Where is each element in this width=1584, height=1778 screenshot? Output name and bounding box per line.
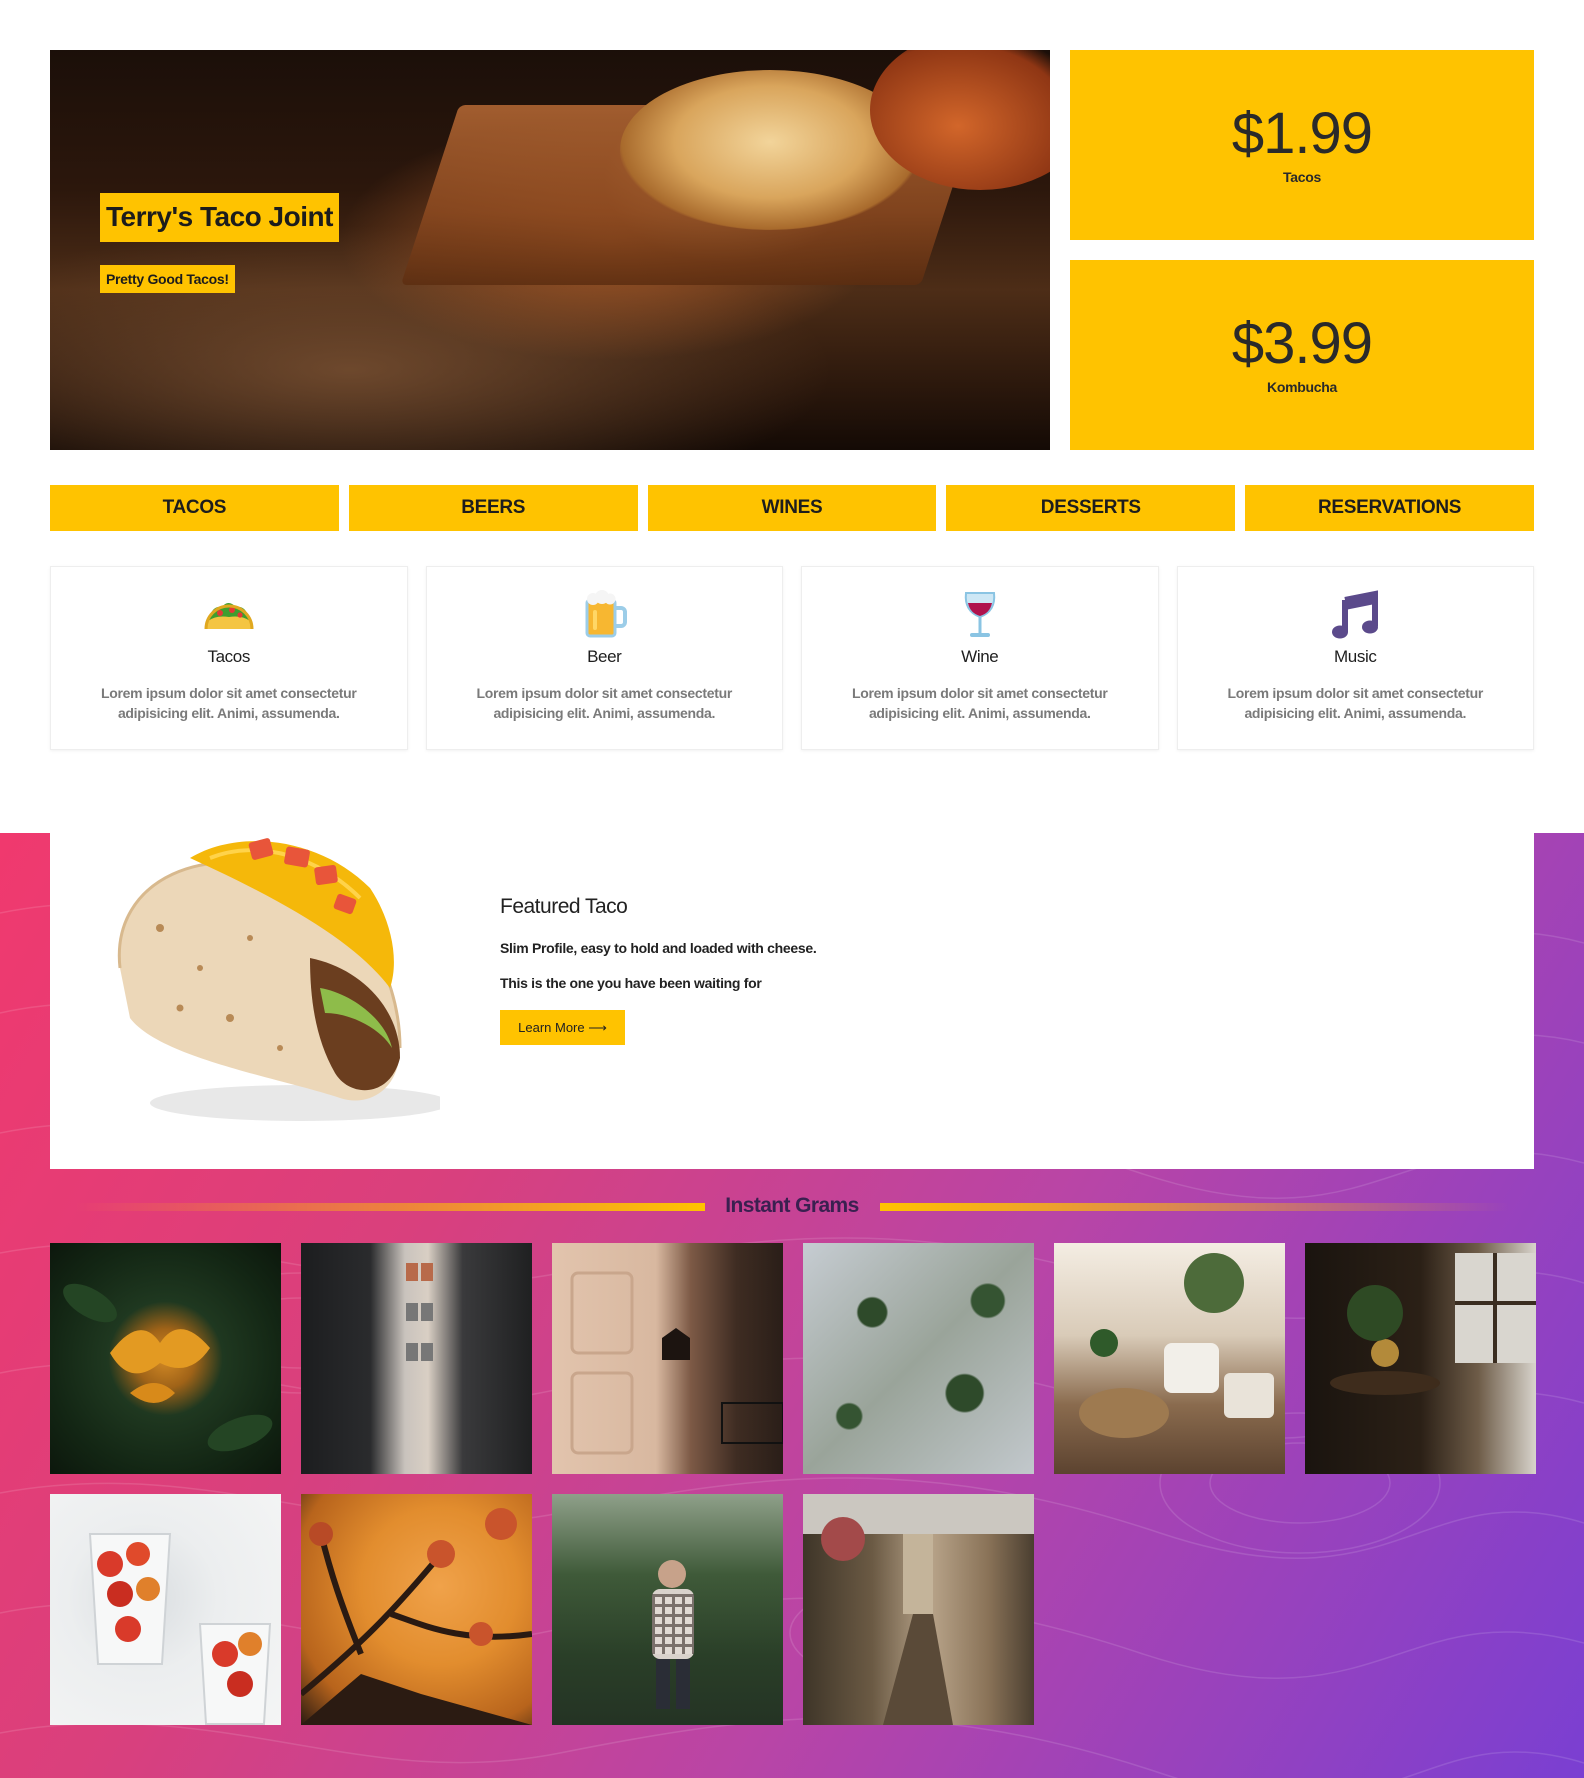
feature-cards: Tacos Lorem ipsum dolor sit amet consect… bbox=[50, 566, 1534, 750]
feature-title: Wine bbox=[961, 647, 999, 666]
gallery-image-building-lamp[interactable] bbox=[552, 1243, 783, 1474]
featured-description-line-2: This is the one you have been waiting fo… bbox=[500, 975, 762, 991]
featured-description-line-1: Slim Profile, easy to hold and loaded wi… bbox=[500, 940, 817, 956]
gallery-image-tomato-glasses[interactable] bbox=[50, 1494, 281, 1725]
price-label: Kombucha bbox=[1267, 379, 1337, 395]
hero-subtitle: Pretty Good Tacos! bbox=[100, 265, 235, 293]
featured-taco-image bbox=[117, 838, 440, 1121]
beer-icon bbox=[579, 589, 629, 641]
price-label: Tacos bbox=[1283, 169, 1321, 185]
price-amount: $1.99 bbox=[1231, 101, 1373, 166]
feature-card-wine: Wine Lorem ipsum dolor sit amet consecte… bbox=[801, 566, 1159, 750]
nav-button-desserts[interactable]: DESSERTS bbox=[946, 485, 1236, 531]
hero-banner: Terry's Taco Joint Pretty Good Tacos! bbox=[50, 50, 1050, 450]
nav-button-beers[interactable]: BEERS bbox=[348, 485, 638, 531]
featured-title: Featured Taco bbox=[500, 895, 628, 918]
price-box-tacos: $1.99 Tacos bbox=[1070, 50, 1534, 240]
gallery-image-man-garden[interactable] bbox=[552, 1494, 783, 1725]
nav-button-tacos[interactable]: TACOS bbox=[50, 485, 339, 531]
learn-more-button[interactable]: Learn More ⟶ bbox=[500, 1010, 625, 1045]
gallery-image-snowy-forest[interactable] bbox=[803, 1243, 1034, 1474]
feature-card-tacos: Tacos Lorem ipsum dolor sit amet consect… bbox=[50, 566, 408, 750]
nav-bar: TACOS BEERS WINES DESSERTS RESERVATIONS bbox=[50, 485, 1534, 531]
feature-title: Music bbox=[1334, 647, 1377, 666]
gallery-image-stone-alley[interactable] bbox=[803, 1494, 1034, 1725]
hero-title: Terry's Taco Joint bbox=[100, 193, 339, 242]
feature-title: Tacos bbox=[207, 647, 251, 666]
gallery-image-cafe-window[interactable] bbox=[1305, 1243, 1536, 1474]
header-divider-right bbox=[880, 1203, 1510, 1211]
instant-grams-header: Instant Grams bbox=[50, 1194, 1534, 1224]
feature-description: Lorem ipsum dolor sit amet consectetur a… bbox=[476, 685, 733, 721]
music-icon bbox=[1331, 589, 1379, 641]
feature-description: Lorem ipsum dolor sit amet consectetur a… bbox=[1227, 685, 1484, 721]
nav-button-wines[interactable]: WINES bbox=[647, 485, 937, 531]
gallery-image-alley[interactable] bbox=[301, 1243, 532, 1474]
wine-icon bbox=[960, 589, 1000, 641]
feature-card-beer: Beer Lorem ipsum dolor sit amet consecte… bbox=[425, 566, 783, 750]
feature-card-music: Music Lorem ipsum dolor sit amet consect… bbox=[1176, 566, 1534, 750]
taco-icon bbox=[202, 589, 256, 641]
feature-title: Beer bbox=[587, 647, 622, 666]
nav-button-reservations[interactable]: RESERVATIONS bbox=[1245, 485, 1534, 531]
price-box-kombucha: $3.99 Kombucha bbox=[1070, 260, 1534, 450]
featured-taco-panel: Featured Taco Slim Profile, easy to hold… bbox=[50, 833, 1534, 1169]
feature-description: Lorem ipsum dolor sit amet consectetur a… bbox=[852, 685, 1108, 721]
gallery-image-living-room[interactable] bbox=[1054, 1243, 1285, 1474]
gallery-image-flowers[interactable] bbox=[50, 1243, 281, 1474]
feature-description: Lorem ipsum dolor sit amet consectetur a… bbox=[101, 685, 357, 721]
gallery-image-blossom-branch[interactable] bbox=[301, 1494, 532, 1725]
price-amount: $3.99 bbox=[1231, 311, 1373, 376]
